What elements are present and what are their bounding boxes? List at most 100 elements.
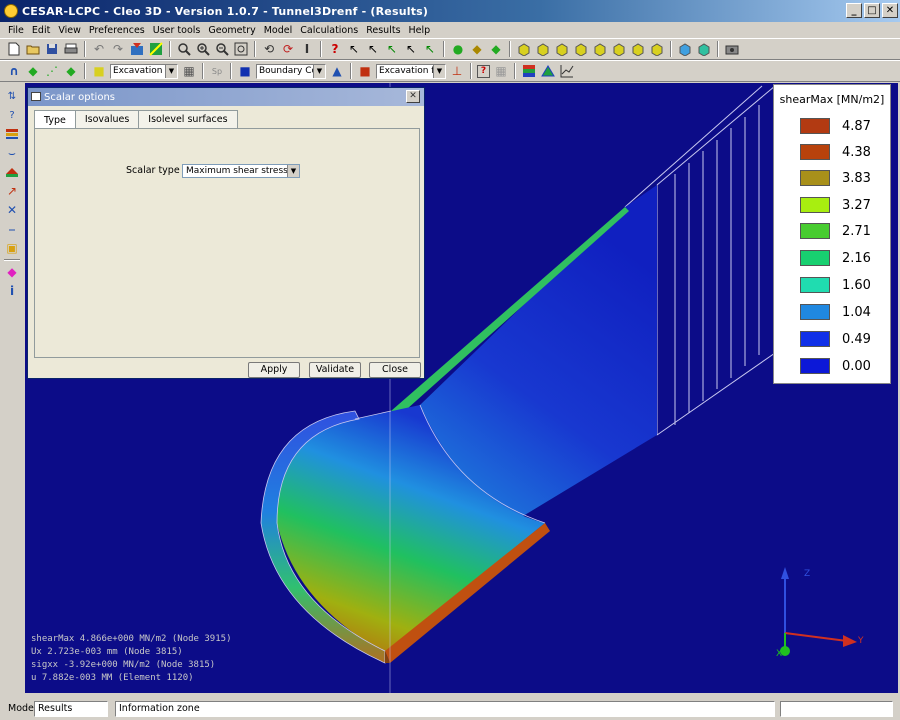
close-dialog-button[interactable]: Close <box>369 362 421 378</box>
mode-value: Results <box>34 701 108 717</box>
properties-help-icon[interactable]: ? <box>4 107 20 123</box>
tunnel-arch-icon[interactable]: ∩ <box>6 63 22 79</box>
mesh-view-icon[interactable] <box>148 41 164 57</box>
select-face-icon[interactable]: ↖ <box>403 41 419 57</box>
legend-value: 1.04 <box>842 304 871 320</box>
curve-plot-icon[interactable] <box>559 63 575 79</box>
zoom-out-icon[interactable] <box>214 41 230 57</box>
node-link-icon[interactable]: ⋰ <box>44 63 60 79</box>
maximize-button[interactable]: □ <box>864 3 880 18</box>
minimize-button[interactable]: _ <box>846 3 862 18</box>
close-button[interactable]: ✕ <box>882 3 898 18</box>
cube-shaded-icon[interactable] <box>677 41 693 57</box>
cube-view-4-icon[interactable] <box>573 41 589 57</box>
menu-file[interactable]: File <box>8 25 24 36</box>
dialog-title-bar[interactable]: Scalar options ✕ <box>28 88 424 106</box>
menu-preferences[interactable]: Preferences <box>89 25 145 36</box>
select-pointer-icon[interactable]: ↖ <box>346 41 362 57</box>
cube-view-3-icon[interactable] <box>554 41 570 57</box>
deformed-mesh-icon[interactable] <box>540 63 556 79</box>
save-icon[interactable] <box>44 41 60 57</box>
support-triangle-icon[interactable]: ▲ <box>329 63 345 79</box>
toolbar-separator <box>470 63 472 79</box>
sort-icon[interactable]: ⇅ <box>4 88 20 104</box>
help-question-icon[interactable]: ? <box>327 41 343 57</box>
toolbar-separator <box>717 41 719 57</box>
boundary-condition-icon[interactable]: ■ <box>237 63 253 79</box>
cube-wire-icon[interactable] <box>696 41 712 57</box>
chevron-down-icon[interactable]: ▼ <box>165 64 177 78</box>
point-tool-icon[interactable]: ● <box>450 41 466 57</box>
zoom-fit-icon[interactable] <box>233 41 249 57</box>
model-import-icon[interactable] <box>129 41 145 57</box>
excavation-force-combo[interactable]: Excavation for ▼ <box>376 63 446 79</box>
box-icon[interactable]: ▣ <box>4 240 20 256</box>
cross-icon[interactable]: ✕ <box>4 202 20 218</box>
contour-plot-icon[interactable] <box>521 63 537 79</box>
apply-button[interactable]: Apply <box>248 362 300 378</box>
info-icon[interactable]: i <box>4 283 20 299</box>
ruler-icon[interactable]: ⎯ <box>4 221 20 237</box>
cube-view-6-icon[interactable] <box>611 41 627 57</box>
search-icon[interactable] <box>176 41 192 57</box>
chevron-down-icon[interactable]: ▼ <box>313 64 325 78</box>
cube-view-8-icon[interactable] <box>649 41 665 57</box>
toolbar-separator <box>670 41 672 57</box>
menu-edit[interactable]: Edit <box>32 25 50 36</box>
toolbar-separator <box>169 41 171 57</box>
anchor-icon[interactable]: ⊥ <box>449 63 465 79</box>
sp-label[interactable]: Sp <box>209 63 225 79</box>
toolbar-separator <box>509 41 511 57</box>
rotate-view-icon[interactable]: ⟲ <box>261 41 277 57</box>
mesh-grid-icon[interactable]: ▦ <box>181 63 197 79</box>
boundary-combo[interactable]: Boundary Con ▼ <box>256 63 326 79</box>
tab-type[interactable]: Type <box>34 110 76 129</box>
legend-swatch <box>800 144 830 160</box>
text-cursor-icon[interactable]: I <box>299 41 315 57</box>
cube-view-7-icon[interactable] <box>630 41 646 57</box>
menu-model[interactable]: Model <box>264 25 293 36</box>
cube-view-5-icon[interactable] <box>592 41 608 57</box>
arrow-vector-icon[interactable]: ↗ <box>4 183 20 199</box>
pan-view-icon[interactable]: ⟳ <box>280 41 296 57</box>
chevron-down-icon[interactable]: ▼ <box>287 165 299 177</box>
move-shape-icon[interactable]: ◆ <box>488 41 504 57</box>
tab-isolevel-surfaces[interactable]: Isolevel surfaces <box>138 110 238 128</box>
undo-icon[interactable]: ↶ <box>91 41 107 57</box>
material-layers-icon[interactable] <box>4 164 20 180</box>
scalar-type-select[interactable]: Maximum shear stress ▼ <box>182 164 300 178</box>
menu-view[interactable]: View <box>58 25 81 36</box>
camera-icon[interactable] <box>724 41 740 57</box>
select-node-icon[interactable]: ↖ <box>365 41 381 57</box>
menu-help[interactable]: Help <box>409 25 431 36</box>
legend-value: 2.71 <box>842 223 871 239</box>
dialog-close-icon[interactable]: ✕ <box>406 90 420 103</box>
open-folder-icon[interactable] <box>25 41 41 57</box>
cube-view-2-icon[interactable] <box>535 41 551 57</box>
cube-view-1-icon[interactable] <box>516 41 532 57</box>
validate-button[interactable]: Validate <box>309 362 361 378</box>
select-volume-icon[interactable]: ↖ <box>422 41 438 57</box>
menu-results[interactable]: Results <box>366 25 400 36</box>
calc-help-icon[interactable]: ? <box>477 64 490 78</box>
load-case-icon[interactable]: ■ <box>357 63 373 79</box>
print-icon[interactable] <box>63 41 79 57</box>
menu-geometry[interactable]: Geometry <box>208 25 255 36</box>
grid-disabled-icon[interactable]: ▦ <box>493 63 509 79</box>
redo-icon[interactable]: ↷ <box>110 41 126 57</box>
eraser-icon[interactable]: ◆ <box>4 264 20 280</box>
excavation-combo[interactable]: Excavation 3 ▼ <box>110 63 178 79</box>
new-file-icon[interactable] <box>6 41 22 57</box>
arch-icon[interactable]: ⌣ <box>4 145 20 161</box>
tab-isovalues[interactable]: Isovalues <box>74 110 140 128</box>
zoom-in-icon[interactable] <box>195 41 211 57</box>
excavation-phase-icon[interactable]: ■ <box>91 63 107 79</box>
select-edge-icon[interactable]: ↖ <box>384 41 400 57</box>
chevron-down-icon[interactable]: ▼ <box>433 64 445 78</box>
layers-icon[interactable] <box>4 126 20 142</box>
menu-user-tools[interactable]: User tools <box>153 25 201 36</box>
node-green-icon[interactable]: ◆ <box>25 63 41 79</box>
menu-calculations[interactable]: Calculations <box>300 25 358 36</box>
node-diamond-icon[interactable]: ◆ <box>63 63 79 79</box>
rotate-shape-icon[interactable]: ◆ <box>469 41 485 57</box>
